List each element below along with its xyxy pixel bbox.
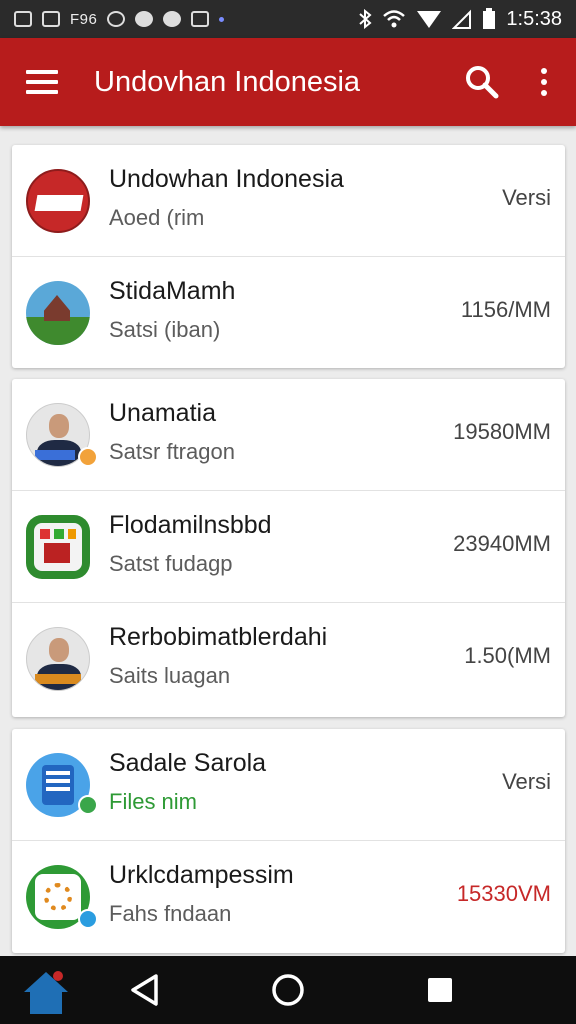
item-subtitle: Files nim (109, 789, 198, 814)
clipboard-icon (191, 11, 210, 27)
more-options-button[interactable] (512, 38, 576, 126)
battery-icon (483, 8, 496, 29)
recents-icon (428, 978, 452, 1002)
signal-bars-icon (452, 9, 472, 29)
item-title: StidaMamh (109, 277, 236, 305)
dot-icon (219, 16, 225, 22)
list-item[interactable]: Urklcdampessim Fahs fndaan 15330VM (12, 841, 565, 953)
item-meta: 1156/MM (460, 297, 551, 322)
landscape-icon (26, 281, 90, 345)
item-meta: 15330VM (456, 881, 551, 906)
item-title: Urklcdampessim (109, 861, 294, 889)
list-item[interactable]: Undowhan Indonesia Aoed (rim Versi (12, 145, 565, 257)
card-group-2: Unamatia Satsr ftragon 19580MM Flodamiln… (12, 379, 565, 717)
item-meta: Versi (502, 185, 551, 210)
bluetooth-icon (359, 9, 372, 29)
indonesia-flag-icon (26, 169, 90, 233)
status-left-text: F96 (70, 10, 98, 28)
sync-icon (107, 11, 126, 27)
item-title: Flodamilnsbbd (109, 511, 272, 539)
hamburger-icon (26, 70, 58, 94)
list-item[interactable]: StidaMamh Satsi (iban) 1156/MM (12, 257, 565, 368)
item-meta: 23940MM (453, 531, 551, 556)
item-subtitle: Satsi (iban) (109, 317, 221, 342)
search-button[interactable] (452, 38, 512, 126)
item-title: Unamatia (109, 399, 216, 427)
home-button[interactable] (268, 970, 308, 1010)
back-icon (131, 974, 158, 1006)
item-subtitle: Aoed (rim (109, 205, 205, 230)
list-item[interactable]: Flodamilnsbbd Satst fudagp 23940MM (12, 491, 565, 603)
more-vert-icon (541, 68, 547, 96)
badge-icon (78, 909, 98, 929)
item-subtitle: Saits luagan (109, 663, 231, 688)
back-button[interactable] (124, 970, 164, 1010)
item-subtitle: Satst fudagp (109, 551, 233, 576)
item-title: Rerbobimatblerdahi (109, 623, 328, 651)
card-group-1: Undowhan Indonesia Aoed (rim Versi Stida… (12, 145, 565, 368)
item-title: Sadale Sarola (109, 749, 267, 777)
wifi-icon (383, 10, 406, 28)
app-bar: Undovhan Indonesia (0, 38, 576, 126)
list-item[interactable]: Sadale Sarola Files nim Versi (12, 729, 565, 841)
chat-icon (163, 11, 182, 27)
card-group-3: Sadale Sarola Files nim Versi Urklcdampe… (12, 729, 565, 953)
status-time: 1:5:38 (506, 7, 562, 30)
item-meta: 1.50(MM (464, 643, 551, 668)
list-item[interactable]: Unamatia Satsr ftragon 19580MM (12, 379, 565, 491)
app-grid-icon (26, 515, 90, 579)
whatsapp-icon (135, 11, 154, 27)
navigation-bar (0, 956, 576, 1024)
badge-icon (78, 447, 98, 467)
item-title: Undowhan Indonesia (109, 165, 344, 193)
list-item[interactable]: Rerbobimatblerdahi Saits luagan 1.50(MM (12, 603, 565, 715)
menu-button[interactable] (0, 38, 84, 126)
status-bar: F96 1:5:38 (0, 0, 576, 38)
signal-icon (417, 11, 442, 28)
home-icon[interactable] (20, 966, 72, 1018)
home-circle-icon (272, 974, 304, 1006)
photo-icon (42, 11, 60, 27)
item-meta: Versi (502, 769, 551, 794)
item-subtitle: Fahs fndaan (109, 901, 232, 926)
item-subtitle: Satsr ftragon (109, 439, 235, 464)
search-icon (466, 66, 499, 99)
badge-icon (78, 795, 98, 815)
person-avatar-icon (26, 627, 90, 691)
recents-button[interactable] (420, 970, 460, 1010)
page-title: Undovhan Indonesia (94, 65, 361, 98)
image-icon (14, 11, 32, 27)
item-meta: 19580MM (453, 419, 551, 444)
